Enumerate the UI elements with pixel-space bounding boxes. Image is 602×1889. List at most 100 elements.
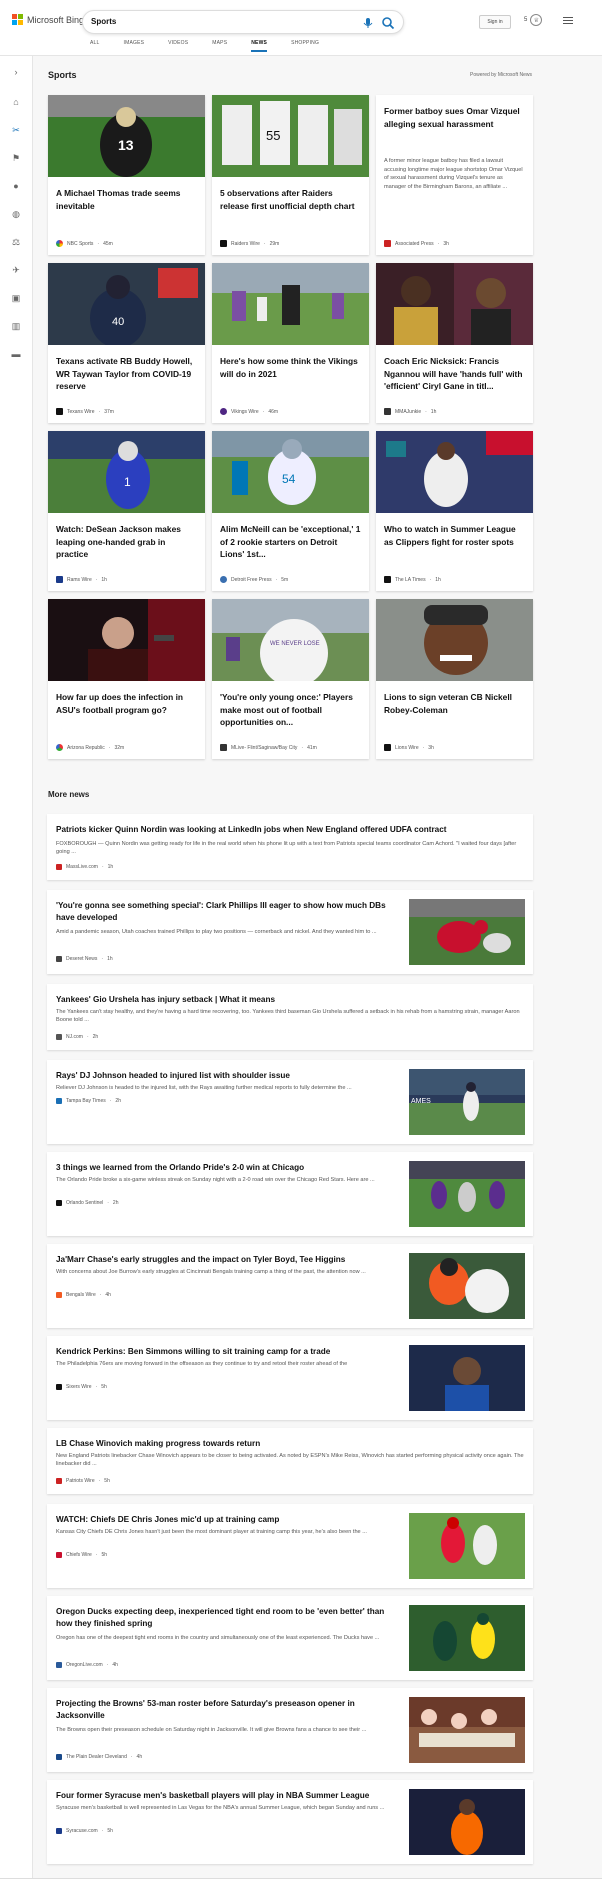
news-item[interactable]: Ja'Marr Chase's early struggles and the … — [47, 1244, 533, 1328]
card-title[interactable]: Coach Eric Nicksick: Francis Ngannou wil… — [384, 355, 525, 393]
news-item[interactable]: 3 things we learned from the Orlando Pri… — [47, 1152, 533, 1236]
news-title[interactable]: WATCH: Chiefs DE Chris Jones mic'd up at… — [56, 1514, 397, 1526]
location-icon[interactable]: ● — [9, 180, 23, 192]
card-title[interactable]: Who to watch in Summer League as Clipper… — [384, 523, 525, 548]
rewards-button[interactable]: 5 ♕ — [524, 14, 543, 26]
news-title[interactable]: 'You're gonna see something special': Cl… — [56, 900, 397, 924]
news-card[interactable]: 40 Texans activate RB Buddy Howell, WR T… — [48, 263, 205, 423]
news-card[interactable]: Former batboy sues Omar Vizquel alleging… — [376, 95, 533, 255]
news-description: The Orlando Pride broke a six-game winle… — [56, 1177, 375, 1183]
svg-text:55: 55 — [266, 128, 280, 143]
search-tabs: ALL IMAGES VIDEOS MAPS NEWS SHOPPING — [90, 40, 343, 52]
search-icon[interactable] — [381, 16, 395, 30]
microphone-icon[interactable] — [361, 16, 375, 30]
news-card[interactable]: WE NEVER LOSE 'You're only young once:' … — [212, 599, 369, 759]
business-icon[interactable]: ▥ — [9, 320, 23, 332]
news-card[interactable]: Who to watch in Summer League as Clipper… — [376, 431, 533, 591]
chiefs-wire-logo-icon — [56, 1552, 62, 1558]
news-title[interactable]: Ja'Marr Chase's early struggles and the … — [56, 1254, 397, 1266]
rewards-trophy-icon: ♕ — [530, 14, 543, 26]
card-title[interactable]: How far up does the infection in ASU's f… — [56, 691, 197, 716]
news-title[interactable]: Kendrick Perkins: Ben Simmons willing to… — [56, 1346, 397, 1358]
card-image: WE NEVER LOSE — [212, 599, 369, 681]
card-image — [376, 599, 533, 681]
svg-text:1: 1 — [124, 475, 131, 489]
news-item[interactable]: Rays' DJ Johnson headed to injured list … — [47, 1060, 533, 1144]
news-thumbnail — [409, 1345, 525, 1411]
science-icon[interactable]: ✈ — [9, 264, 23, 276]
news-source: NJ.com · 2h — [56, 1034, 98, 1040]
card-source: Rams Wire · 1h — [56, 576, 107, 583]
tab-videos[interactable]: VIDEOS — [168, 40, 188, 46]
powered-by-label: Powered by Microsoft News — [470, 72, 532, 78]
news-item[interactable]: Projecting the Browns' 53-man roster bef… — [47, 1688, 533, 1772]
card-source: Associated Press · 3h — [384, 240, 449, 247]
news-card[interactable]: 54 Alim McNeill can be 'exceptional,' 1 … — [212, 431, 369, 591]
card-title[interactable]: Texans activate RB Buddy Howell, WR Tayw… — [56, 355, 197, 393]
rewards-count: 5 — [524, 17, 528, 23]
card-source: NBC Sports · 45m — [56, 240, 113, 247]
news-item[interactable]: LB Chase Winovich making progress toward… — [47, 1428, 533, 1494]
news-title[interactable]: LB Chase Winovich making progress toward… — [56, 1438, 524, 1450]
home-icon[interactable]: ⌂ — [9, 96, 23, 108]
card-title[interactable]: A Michael Thomas trade seems inevitable — [56, 187, 197, 212]
news-card[interactable]: 55 5 observations after Raiders release … — [212, 95, 369, 255]
card-title[interactable]: Lions to sign veteran CB Nickell Robey-C… — [384, 691, 525, 716]
card-image — [376, 431, 533, 513]
expand-sidebar-icon[interactable]: › — [9, 66, 23, 78]
news-title[interactable]: Oregon Ducks expecting deep, inexperienc… — [56, 1606, 397, 1630]
sign-in-button[interactable]: Sign in — [479, 15, 511, 29]
news-item[interactable]: Yankees' Gio Urshela has injury setback … — [47, 984, 533, 1050]
news-item[interactable]: Patriots kicker Quinn Nordin was looking… — [47, 814, 533, 880]
news-title[interactable]: Projecting the Browns' 53-man roster bef… — [56, 1698, 397, 1722]
news-item[interactable]: Four former Syracuse men's basketball pl… — [47, 1780, 533, 1864]
search-box[interactable]: Sports — [82, 10, 404, 34]
card-title[interactable]: Former batboy sues Omar Vizquel alleging… — [384, 105, 525, 130]
entertainment-icon[interactable]: ▣ — [9, 292, 23, 304]
news-card[interactable]: Here's how some think the Vikings will d… — [212, 263, 369, 423]
globe-icon[interactable]: ◍ — [9, 208, 23, 220]
card-title[interactable]: Alim McNeill can be 'exceptional,' 1 of … — [220, 523, 361, 561]
card-title[interactable]: 'You're only young once:' Players make m… — [220, 691, 361, 729]
news-card[interactable]: 1 Watch: DeSean Jackson makes leaping on… — [48, 431, 205, 591]
news-source: Tampa Bay Times · 2h — [56, 1098, 121, 1104]
news-item[interactable]: WATCH: Chiefs DE Chris Jones mic'd up at… — [47, 1504, 533, 1588]
sports-icon[interactable]: ✂ — [9, 124, 23, 136]
news-title[interactable]: Yankees' Gio Urshela has injury setback … — [56, 994, 524, 1006]
news-item[interactable]: Oregon Ducks expecting deep, inexperienc… — [47, 1596, 533, 1680]
news-title[interactable]: Four former Syracuse men's basketball pl… — [56, 1790, 397, 1802]
politics-icon[interactable]: ⚖ — [9, 236, 23, 248]
news-card[interactable]: 13 A Michael Thomas trade seems inevitab… — [48, 95, 205, 255]
card-title[interactable]: Here's how some think the Vikings will d… — [220, 355, 361, 380]
tab-maps[interactable]: MAPS — [212, 40, 227, 46]
news-card[interactable]: How far up does the infection in ASU's f… — [48, 599, 205, 759]
news-title[interactable]: Rays' DJ Johnson headed to injured list … — [56, 1070, 397, 1082]
menu-hamburger-icon[interactable] — [563, 17, 573, 26]
news-thumbnail — [409, 1253, 525, 1319]
card-source: MLive- Flint/Saginaw/Bay City · 41m — [220, 744, 317, 751]
flag-icon[interactable]: ⚑ — [9, 152, 23, 164]
news-card[interactable]: Lions to sign veteran CB Nickell Robey-C… — [376, 599, 533, 759]
news-item[interactable]: 'You're gonna see something special': Cl… — [47, 890, 533, 974]
money-icon[interactable]: ▬ — [9, 348, 23, 360]
card-description: A former minor league batboy has filed a… — [384, 158, 523, 190]
tab-all[interactable]: ALL — [90, 40, 100, 46]
news-thumbnail — [409, 1697, 525, 1763]
news-description: With concerns about Joe Burrow's early s… — [56, 1269, 366, 1275]
search-input[interactable]: Sports — [91, 17, 116, 26]
news-card[interactable]: Coach Eric Nicksick: Francis Ngannou wil… — [376, 263, 533, 423]
news-item[interactable]: Kendrick Perkins: Ben Simmons willing to… — [47, 1336, 533, 1420]
news-thumbnail — [409, 1161, 525, 1227]
card-title[interactable]: 5 observations after Raiders release fir… — [220, 187, 361, 212]
card-source: MMAJunkie · 1h — [384, 408, 436, 415]
news-title[interactable]: Patriots kicker Quinn Nordin was looking… — [56, 824, 524, 836]
news-source: Deseret News · 1h — [56, 956, 113, 962]
tab-images[interactable]: IMAGES — [124, 40, 145, 46]
card-title[interactable]: Watch: DeSean Jackson makes leaping one-… — [56, 523, 197, 561]
bing-logo[interactable]: Microsoft Bing — [12, 14, 84, 25]
lions-wire-logo-icon — [384, 744, 391, 751]
news-title[interactable]: 3 things we learned from the Orlando Pri… — [56, 1162, 397, 1174]
tab-news[interactable]: NEWS — [251, 40, 267, 52]
card-source: Arizona Republic · 32m — [56, 744, 124, 751]
tab-shopping[interactable]: SHOPPING — [291, 40, 319, 46]
